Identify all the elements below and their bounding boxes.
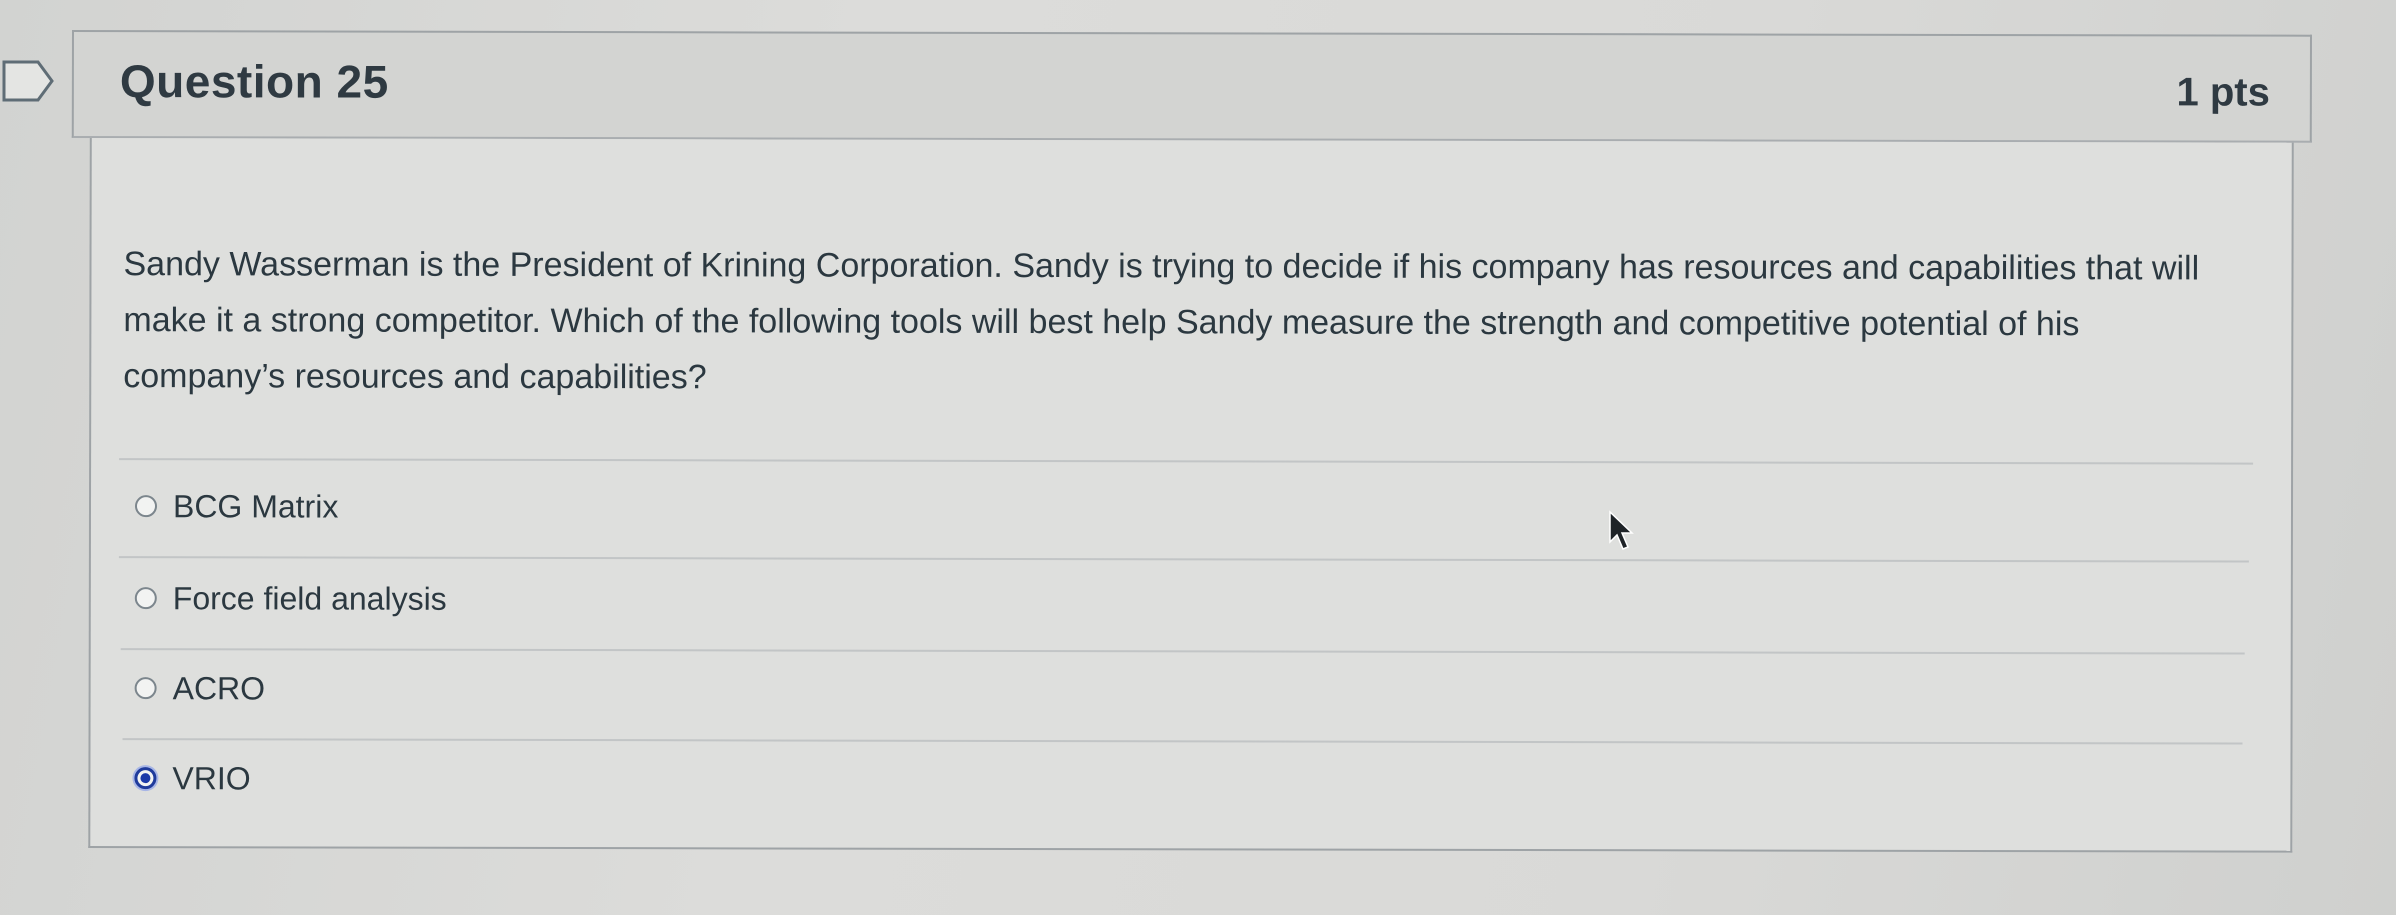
flag-icon[interactable] — [0, 56, 56, 106]
divider — [118, 556, 2249, 563]
question-header: Question 25 1 pts — [71, 30, 2312, 143]
answer-label[interactable]: Force field analysis — [173, 580, 447, 618]
radio-button[interactable] — [134, 587, 157, 610]
question-card: Question 25 1 pts Sandy Wasserman is the… — [70, 30, 2312, 855]
divider — [122, 738, 2243, 745]
divider — [120, 648, 2245, 655]
answer-label[interactable]: VRIO — [172, 760, 250, 797]
radio-button[interactable] — [134, 677, 157, 700]
question-points: 1 pts — [2176, 70, 2270, 115]
answer-label[interactable]: BCG Matrix — [173, 488, 338, 525]
answer-option-acro[interactable]: ACRO — [134, 658, 266, 718]
question-text: Sandy Wasserman is the President of Krin… — [123, 245, 2200, 397]
radio-button-selected[interactable] — [134, 767, 157, 790]
answer-label[interactable]: ACRO — [173, 670, 266, 707]
answer-option-force-field-analysis[interactable]: Force field analysis — [134, 568, 447, 629]
divider — [119, 458, 2254, 465]
cursor-icon — [1609, 510, 1634, 550]
radio-button[interactable] — [134, 495, 158, 518]
question-body: Sandy Wasserman is the President of Krin… — [88, 138, 2294, 853]
question-title: Question 25 — [119, 55, 389, 108]
answer-option-vrio[interactable]: VRIO — [134, 748, 251, 808]
answer-option-bcg-matrix[interactable]: BCG Matrix — [134, 476, 338, 536]
